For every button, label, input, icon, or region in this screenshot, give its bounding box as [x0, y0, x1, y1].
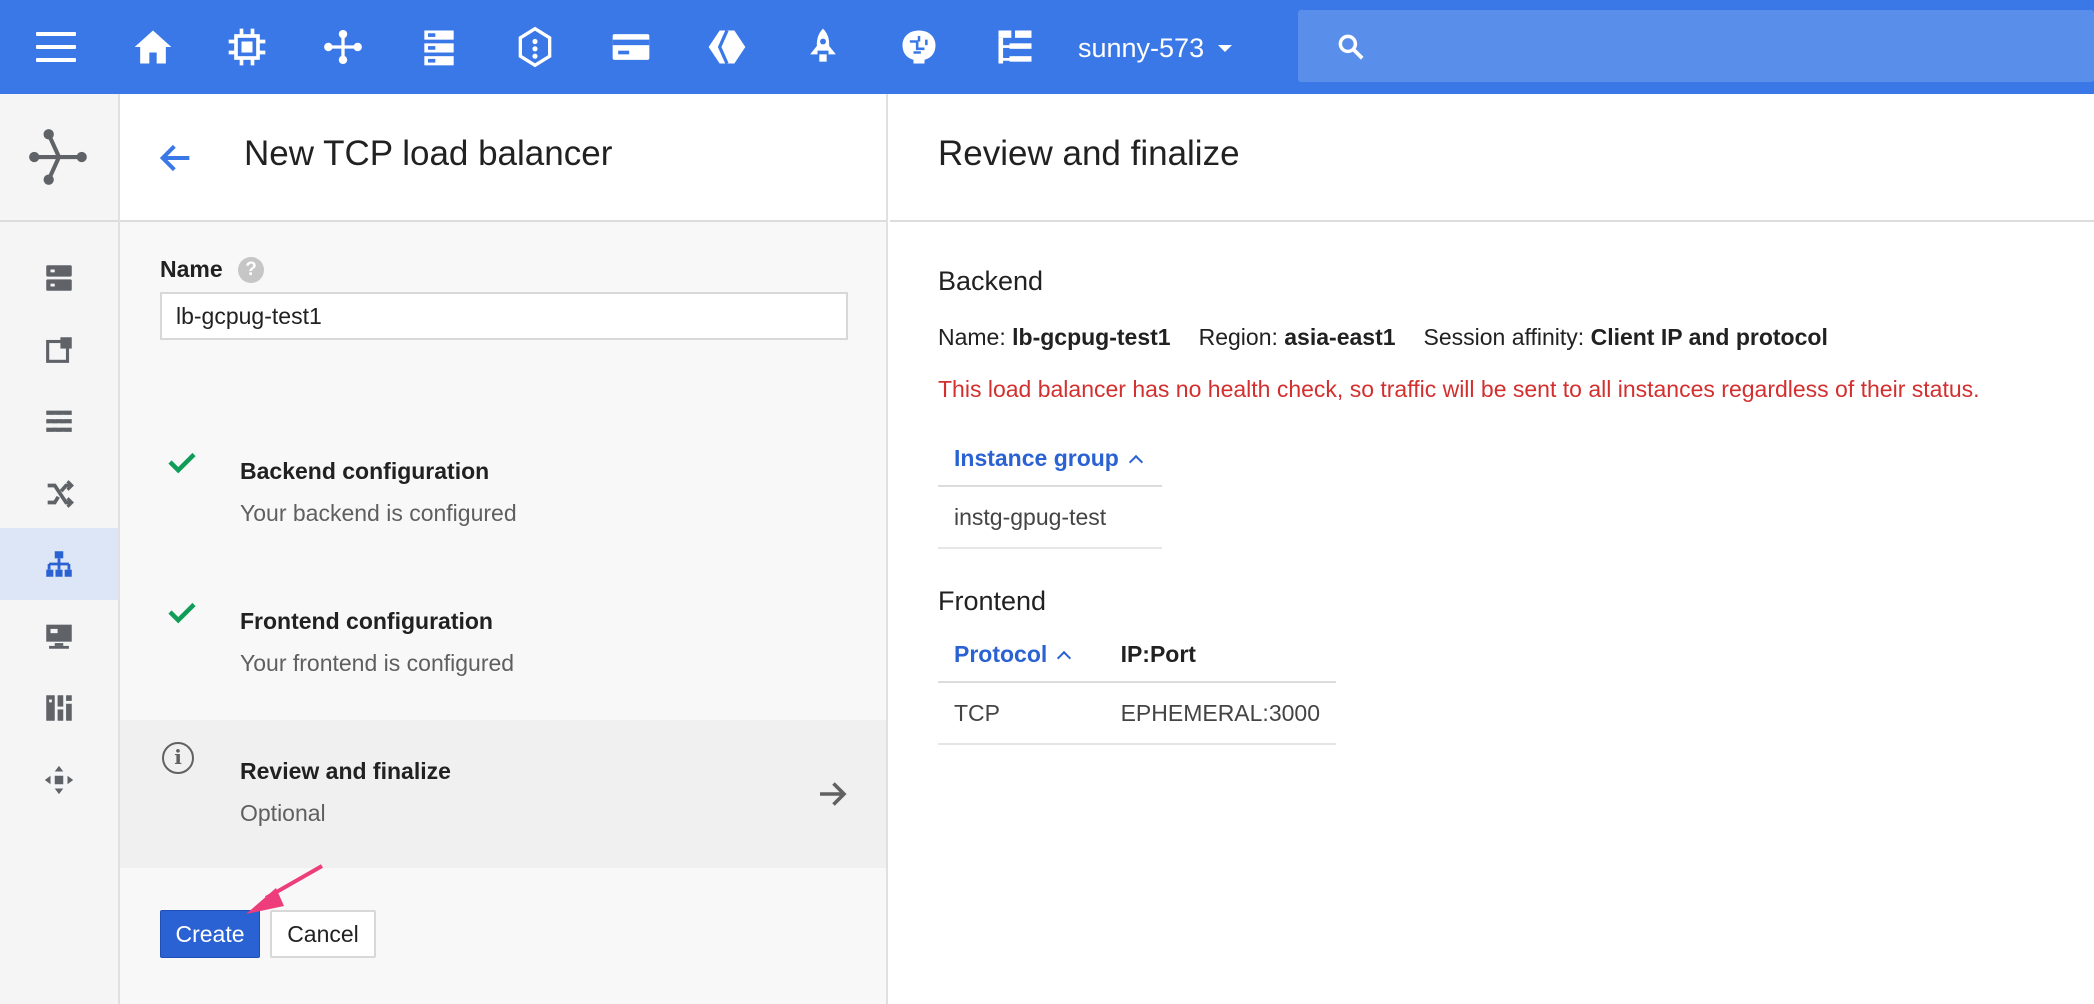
menu-icon[interactable] — [36, 32, 76, 62]
table-row: TCP EPHEMERAL:3000 — [938, 682, 1336, 745]
step-title: Review and finalize — [240, 758, 451, 784]
products-icon[interactable] — [702, 22, 752, 72]
step-review-and-finalize[interactable]: i Review and finalize Optional — [120, 720, 886, 868]
project-selector[interactable]: sunny-573 — [1078, 28, 1233, 68]
annotation-arrow-icon — [246, 864, 323, 914]
home-icon[interactable] — [128, 22, 178, 72]
frontend-table: Protocol IP:Port TCP EPHEMERAL:3000 — [938, 628, 1336, 745]
top-app-bar: sunny-573 — [0, 0, 2094, 94]
step-title: Frontend configuration — [240, 608, 493, 634]
backend-name-label: Name: — [938, 324, 1006, 350]
vm-icon — [46, 624, 72, 649]
instances-icon — [46, 265, 72, 291]
load-balancing-icon — [46, 551, 72, 577]
caret-down-icon — [1218, 44, 1233, 52]
instance-group-column-header[interactable]: Instance group — [938, 432, 1162, 487]
backend-summary: Name: lb-gcpug-test1 Region: asia-east1 Se… — [938, 324, 1828, 351]
ip-port-cell: EPHEMERAL:3000 — [1104, 682, 1336, 745]
ip-port-column-header: IP:Port — [1104, 628, 1336, 683]
step-subtitle: Optional — [240, 800, 326, 826]
protocol-cell: TCP — [938, 682, 1105, 745]
name-label: Name — [160, 256, 223, 282]
region-label: Region: — [1198, 324, 1278, 350]
protocol-column-header[interactable]: Protocol — [938, 628, 1105, 683]
instance-group-cell: instg-gpug-test — [938, 486, 1162, 549]
rail-move[interactable] — [0, 744, 118, 816]
frontend-heading: Frontend — [938, 586, 1047, 616]
step-title: Backend configuration — [240, 458, 490, 484]
billing-icon[interactable] — [606, 22, 656, 72]
routes-icon — [47, 480, 74, 508]
templates-icon — [46, 337, 72, 363]
step-subtitle: Your backend is configured — [240, 500, 517, 526]
panel-header: New TCP load balancer — [120, 94, 886, 222]
storage-icon[interactable] — [414, 22, 464, 72]
compute-icon[interactable] — [222, 22, 272, 72]
check-icon — [168, 602, 196, 624]
dashboard-icon — [46, 695, 72, 721]
help-icon[interactable]: ? — [238, 257, 264, 283]
name-input[interactable] — [160, 292, 848, 340]
backend-name-value: lb-gcpug-test1 — [1012, 324, 1171, 350]
ml-icon[interactable] — [894, 22, 944, 72]
session-affinity-label: Session affinity: — [1423, 324, 1585, 350]
rail-firewall[interactable] — [0, 386, 118, 458]
instance-group-table: Instance group instg-gpug-test — [938, 432, 1162, 549]
search-bar[interactable] — [1298, 10, 2094, 82]
debug-icon[interactable] — [510, 22, 560, 72]
region-value: asia-east1 — [1284, 324, 1396, 350]
rail-templates[interactable] — [0, 314, 118, 386]
health-check-warning: This load balancer has no health check, … — [938, 376, 1980, 402]
move-icon — [44, 765, 74, 795]
session-affinity-value: Client IP and protocol — [1590, 324, 1828, 350]
project-name: sunny-573 — [1078, 32, 1205, 63]
search-icon — [1338, 34, 1364, 60]
arrow-right-icon — [820, 782, 847, 806]
info-icon: i — [162, 742, 194, 774]
rail-dashboard[interactable] — [0, 672, 118, 744]
step-backend-configuration[interactable]: Backend configuration Your backend is co… — [120, 444, 886, 592]
search-input[interactable] — [1388, 24, 2068, 68]
sort-ascending-icon — [1057, 650, 1072, 666]
table-row: instg-gpug-test — [938, 486, 1162, 549]
network-services-icon — [0, 94, 118, 222]
review-title: Review and finalize — [938, 134, 1240, 173]
back-arrow-icon[interactable] — [156, 138, 196, 178]
firewall-icon — [46, 410, 72, 435]
product-nav-rail — [0, 94, 120, 1004]
review-panel: Review and finalize Backend Name: lb-gcp… — [890, 94, 2094, 1004]
check-icon — [168, 452, 196, 474]
rail-load-balancing[interactable] — [0, 528, 118, 600]
deploy-icon[interactable] — [798, 22, 848, 72]
review-header: Review and finalize — [890, 94, 2094, 222]
rail-routes[interactable] — [0, 458, 118, 530]
rail-vm[interactable] — [0, 600, 118, 672]
backend-heading: Backend — [938, 266, 1044, 296]
rail-instances[interactable] — [0, 242, 118, 314]
sort-ascending-icon — [1128, 454, 1143, 470]
step-subtitle: Your frontend is configured — [240, 650, 515, 676]
page-title: New TCP load balancer — [244, 134, 613, 173]
logs-icon[interactable] — [990, 22, 1040, 72]
network-icon[interactable] — [318, 22, 368, 72]
